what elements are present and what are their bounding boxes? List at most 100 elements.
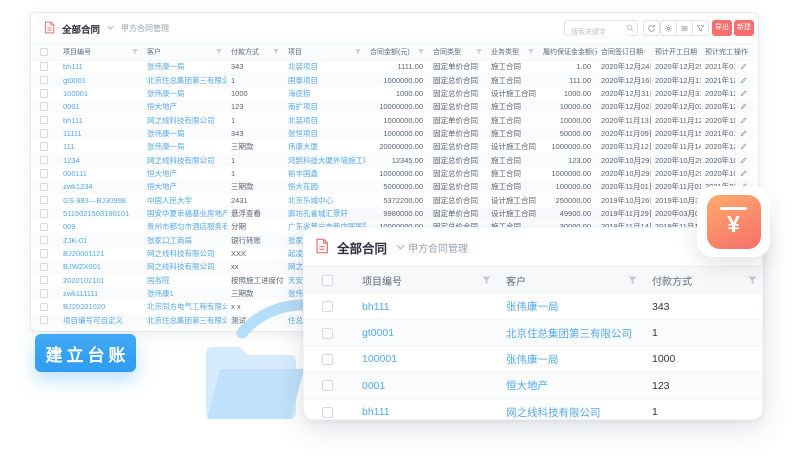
column-header[interactable]: 业务类型 (487, 47, 539, 57)
row-checkbox[interactable] (31, 142, 57, 151)
cell-project[interactable]: 伟康大厦 (284, 141, 366, 152)
cell-project[interactable]: 海底捞 (284, 88, 366, 99)
row-checkbox[interactable] (31, 156, 57, 165)
row-checkbox[interactable] (31, 276, 57, 285)
search-icon[interactable] (626, 24, 634, 32)
select-all-checkbox[interactable] (304, 275, 350, 286)
checkbox[interactable] (40, 303, 49, 312)
cell-id[interactable]: BJWZX001 (57, 262, 143, 271)
cell-project[interactable]: 恒大花园 (284, 181, 366, 192)
cell-project[interactable]: 裕丰国鑫 (284, 168, 366, 179)
create-button[interactable]: 新建 (734, 20, 754, 36)
cell-customer[interactable]: 恒大地产 (143, 101, 227, 112)
cell-id[interactable]: 000111 (57, 169, 143, 178)
cell-customer[interactable]: 贵州市都匀市酒店服务有... (143, 221, 227, 232)
cell-customer[interactable]: 恒大地产 (496, 378, 642, 393)
column-header[interactable]: 付款方式 (642, 273, 762, 288)
cell-customer[interactable]: 张伟康一局 (496, 352, 642, 367)
row-checkbox[interactable] (31, 89, 57, 98)
cell-id[interactable]: gt0001 (350, 327, 496, 339)
row-checkbox[interactable] (31, 249, 57, 258)
cell-customer[interactable]: 网之线科技有限公司 (496, 405, 642, 420)
cell-id[interactable]: BJ20201020 (57, 302, 143, 311)
checkbox[interactable] (40, 263, 49, 272)
cell-id[interactable]: 2020102101 (57, 276, 143, 285)
cell-project[interactable]: 北装项目 (284, 115, 366, 126)
checkbox[interactable] (322, 275, 333, 286)
export-button[interactable]: 导出 (712, 20, 732, 36)
edit-button[interactable] (735, 113, 750, 126)
chevron-down-icon[interactable] (396, 244, 405, 250)
edit-button[interactable] (735, 87, 750, 100)
row-checkbox[interactable] (31, 116, 57, 125)
cell-id[interactable]: bh111 (57, 116, 143, 125)
column-header[interactable]: 预计开工日期 (651, 47, 701, 57)
column-header[interactable]: 项目编号 (57, 47, 143, 57)
row-checkbox[interactable] (304, 407, 350, 418)
cell-customer[interactable]: 张伟康一局 (496, 299, 642, 314)
checkbox[interactable] (40, 249, 49, 258)
cell-id[interactable]: BJ20001121 (57, 249, 143, 258)
filter-button[interactable] (692, 20, 709, 36)
checkbox[interactable] (40, 142, 49, 151)
row-checkbox[interactable] (31, 169, 57, 178)
edit-button[interactable] (735, 73, 750, 86)
cell-id[interactable]: 11111 (57, 129, 143, 138)
checkbox[interactable] (40, 169, 49, 178)
column-header[interactable]: 履约保证金金额(元) (539, 47, 597, 57)
edit-button[interactable] (735, 167, 750, 180)
cell-customer[interactable]: 北京住总集团第三有限公司 (496, 326, 642, 341)
cell-customer[interactable]: 张伟康一局 (143, 128, 227, 139)
cell-customer[interactable]: 恒大地产 (143, 168, 227, 179)
cell-id[interactable]: gt0001 (57, 76, 143, 85)
checkbox[interactable] (322, 354, 333, 365)
settings-button[interactable] (660, 20, 677, 36)
checkbox[interactable] (40, 129, 49, 138)
cell-id[interactable]: ZJK-01 (57, 236, 143, 245)
checkbox[interactable] (40, 289, 49, 298)
cell-project[interactable]: 鸿鹄科技大厦外墙施工项目 (284, 155, 366, 166)
cell-project[interactable]: 张恒项目 (284, 128, 366, 139)
cell-customer[interactable]: 张家口工商局 (143, 235, 227, 246)
cell-project[interactable]: 南扩项目 (284, 101, 366, 112)
checkbox[interactable] (40, 209, 49, 218)
cell-id[interactable]: 009 (57, 222, 143, 231)
checkbox[interactable] (40, 116, 49, 125)
chevron-down-icon[interactable] (107, 25, 114, 30)
checkbox[interactable] (322, 328, 333, 339)
cell-id[interactable]: 1234 (57, 156, 143, 165)
cell-customer[interactable]: 国安华夏幸福基业房地产... (143, 208, 227, 219)
checkbox[interactable] (40, 156, 49, 165)
cell-customer[interactable]: 张伟康一局 (143, 141, 227, 152)
column-header[interactable]: 合同类型 (429, 47, 487, 57)
cell-id[interactable]: 项目编号可自定义 (57, 315, 143, 326)
column-header[interactable]: 客户 (496, 273, 642, 288)
checkbox[interactable] (40, 102, 49, 111)
checkbox[interactable] (40, 316, 49, 325)
columns-button[interactable] (676, 20, 693, 36)
edit-button[interactable] (735, 153, 750, 166)
column-header[interactable]: 项目编号 (350, 273, 496, 288)
row-checkbox[interactable] (31, 303, 57, 312)
refresh-button[interactable] (643, 20, 660, 36)
cell-customer[interactable]: 中国人民大学 (143, 195, 227, 206)
checkbox[interactable] (40, 276, 49, 285)
cell-id[interactable]: zwk1234 (57, 182, 143, 191)
edit-button[interactable] (735, 100, 750, 113)
cell-id[interactable]: GS-983—BJ30998 (57, 196, 143, 205)
row-checkbox[interactable] (31, 236, 57, 245)
column-header[interactable]: 客户 (143, 47, 227, 57)
edit-button[interactable] (735, 140, 750, 153)
cell-customer[interactable]: 张伟康一局 (143, 88, 227, 99)
search-input[interactable] (569, 26, 629, 40)
cell-id[interactable]: 100001 (57, 89, 143, 98)
cell-id[interactable]: bh111 (350, 301, 496, 313)
row-checkbox[interactable] (31, 289, 57, 298)
row-checkbox[interactable] (31, 263, 57, 272)
column-header[interactable]: 合同签订日期 (597, 47, 651, 57)
row-checkbox[interactable] (31, 209, 57, 218)
column-header[interactable]: 付款方式 (227, 47, 284, 57)
checkbox[interactable] (40, 62, 49, 71)
row-checkbox[interactable] (304, 301, 350, 312)
cell-customer[interactable]: 张伟康一局 (143, 61, 227, 72)
